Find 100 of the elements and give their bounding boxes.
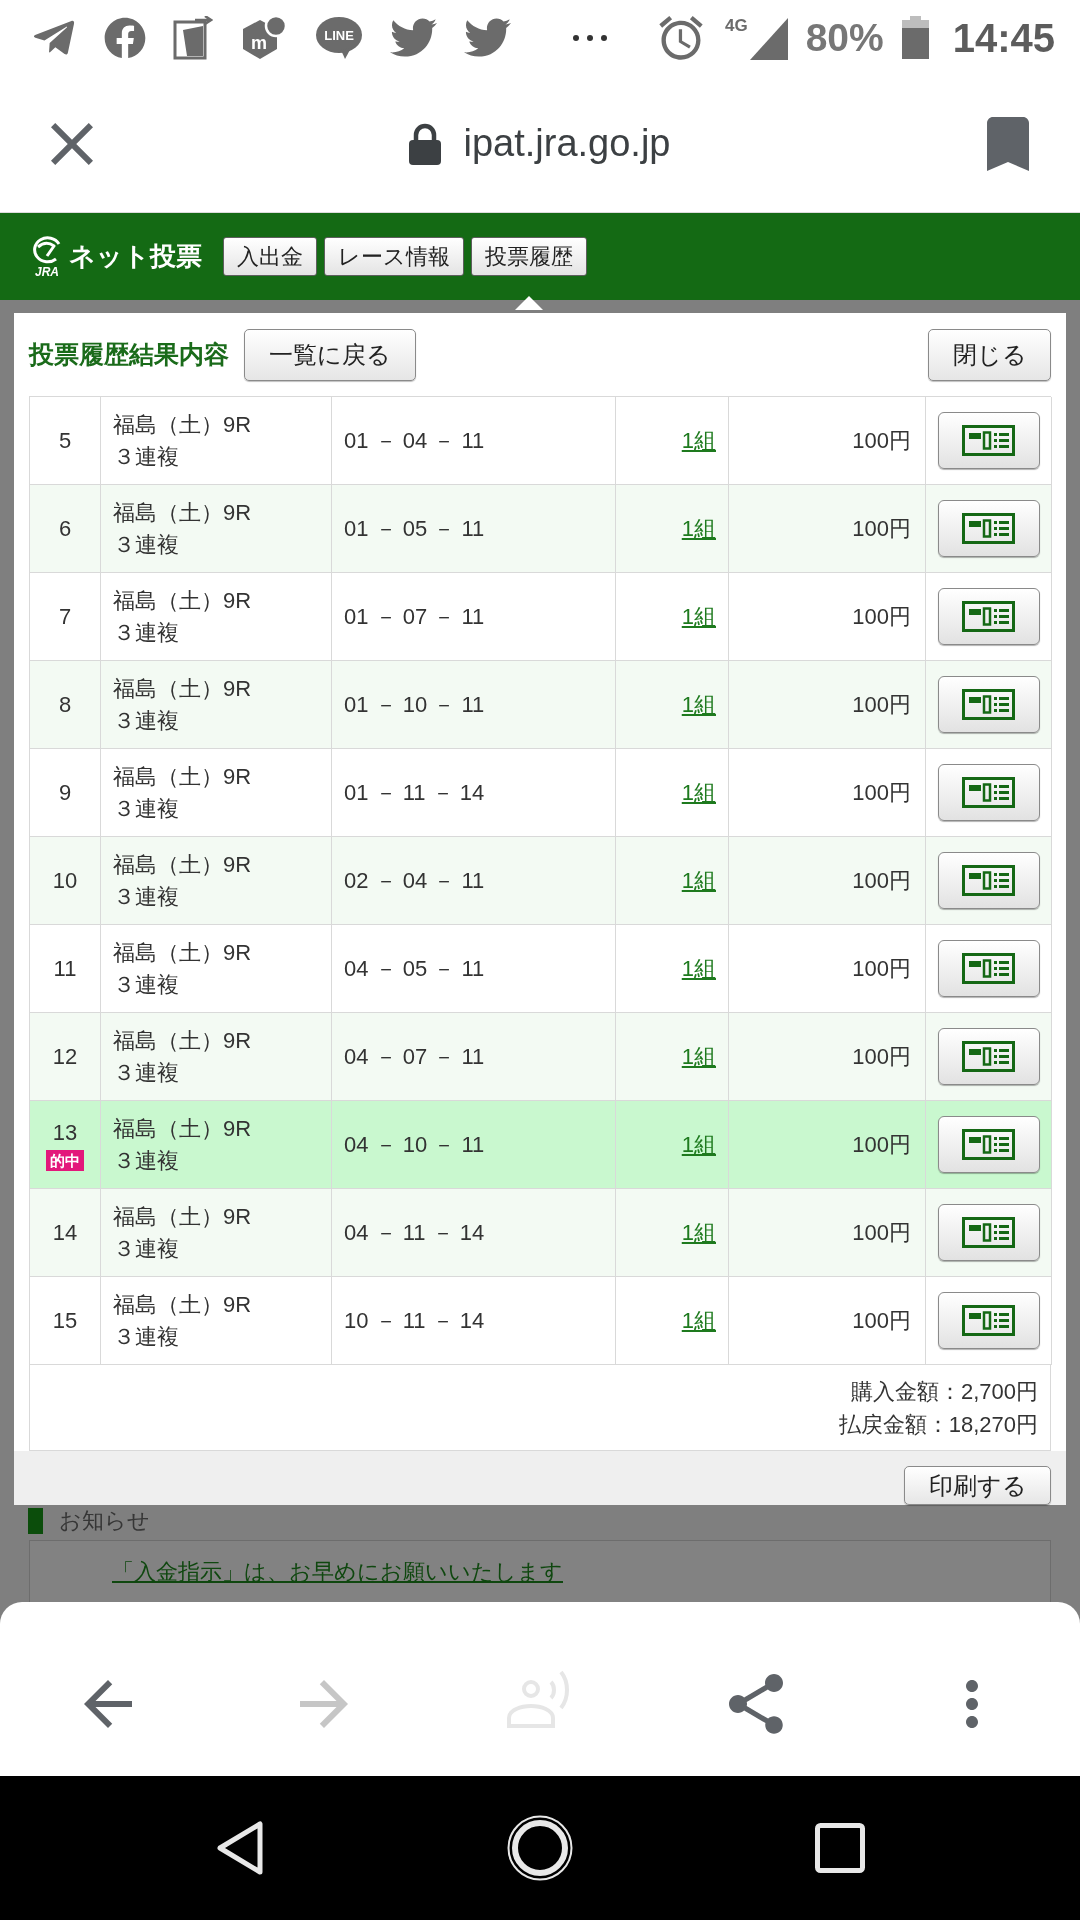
bet-amount: 100円 [852,602,911,631]
bet-type: ３連複 [113,530,179,559]
bet-amount: 100円 [852,514,911,543]
home-circle-icon[interactable] [507,1815,573,1881]
race-name: 福島（土）9R [113,850,252,879]
horse-combination: 01 － 11 － 14 [344,778,485,807]
race-name: 福島（土）9R [113,1202,252,1231]
url-text: ipat.jra.go.jp [463,120,671,166]
row-number: 5 [58,426,72,455]
bet-type: ３連複 [113,1234,179,1263]
logo-caption: JRA [35,266,59,278]
details-button[interactable] [937,1204,1040,1261]
row-number: 14 [52,1218,78,1247]
row-number: 10 [52,866,78,895]
horse-combination: 04 － 11 － 14 [344,1218,485,1247]
horse-combination: 02 － 04 － 11 [344,866,485,895]
bet-amount: 100円 [852,1218,911,1247]
chat-bubble-logo: LINE [315,15,363,60]
horse-combination: 04 － 05 － 11 [344,954,485,983]
horse-combination: 04 － 10 － 11 [344,1130,485,1159]
row-number: 7 [58,602,72,631]
network-type: 4G [724,16,748,34]
race-name: 福島（土）9R [113,586,252,615]
row-number: 12 [52,1042,78,1071]
list-card-icon [962,513,1015,544]
combination-count-link[interactable]: 1組 [681,1305,716,1336]
dialog-title: 投票履歴結果内容 [29,339,229,370]
details-button[interactable] [937,588,1040,645]
list-card-icon [962,689,1015,720]
bet-amount: 100円 [852,690,911,719]
total-amount: 購入金額：2,700円 [850,1377,1038,1406]
row-number: 15 [52,1306,78,1335]
combination-count-link[interactable]: 1組 [681,513,716,544]
combination-count-link[interactable]: 1組 [681,425,716,456]
details-button[interactable] [937,1028,1040,1085]
notice-heading: お知らせ [59,1510,150,1533]
race-name: 福島（土）9R [113,938,252,967]
row-number: 13 [52,1118,78,1147]
combination-count-link[interactable]: 1組 [681,865,716,896]
list-card-icon [962,601,1015,632]
row-number: 6 [58,514,72,543]
hit-badge: 的中 [46,1149,84,1171]
bet-amount: 100円 [852,1306,911,1335]
document-icon [173,15,213,60]
nav-button[interactable]: 投票履歴 [471,237,587,276]
bet-type: ３連複 [113,970,179,999]
row-number: 8 [58,690,72,719]
recents-square-icon[interactable] [815,1823,865,1873]
details-button[interactable] [937,1116,1040,1173]
battery-percent: 80% [805,18,884,57]
combination-count-link[interactable]: 1組 [681,953,716,984]
horse-combination: 04 － 07 － 11 [344,1042,485,1071]
list-card-icon [962,1305,1015,1336]
bet-amount: 100円 [852,1130,911,1159]
combination-count-link[interactable]: 1組 [681,689,716,720]
nav-button[interactable]: 入出金 [223,237,317,276]
race-name: 福島（土）9R [113,1026,252,1055]
back-to-list-button[interactable]: 一覧に戻る [244,328,416,381]
details-button[interactable] [937,940,1040,997]
details-button[interactable] [937,412,1040,469]
back-triangle-icon[interactable] [216,1820,264,1876]
battery-icon [901,16,929,59]
bet-type: ３連複 [113,706,179,735]
details-button[interactable] [937,852,1040,909]
list-card-icon [962,1129,1015,1160]
race-name: 福島（土）9R [113,1290,252,1319]
list-card-icon [962,777,1015,808]
row-number: 11 [53,954,77,983]
combination-count-link[interactable]: 1組 [681,1129,716,1160]
bet-amount: 100円 [852,426,911,455]
details-button[interactable] [937,676,1040,733]
total-amount: 払戻金額：18,270円 [838,1410,1038,1439]
heading-bar-icon [28,1508,43,1535]
combination-count-link[interactable]: 1組 [681,601,716,632]
race-name: 福島（土）9R [113,410,252,439]
lock-icon [409,122,442,165]
list-card-icon [962,865,1015,896]
notice-link[interactable]: 「入金指示」は、お早めにお願いいたします [112,1557,563,1587]
details-button[interactable] [937,1292,1040,1349]
combination-count-link[interactable]: 1組 [681,1041,716,1072]
bet-type: ３連複 [113,1058,179,1087]
horse-combination: 10 － 11 － 14 [344,1306,485,1335]
details-button[interactable] [937,500,1040,557]
print-button[interactable]: 印刷する [904,1466,1051,1505]
nav-button[interactable]: レース情報 [324,237,464,276]
list-card-icon [962,953,1015,984]
combination-count-link[interactable]: 1組 [681,1217,716,1248]
facebook-icon [104,16,146,59]
clock-time: 14:45 [952,17,1055,58]
bet-amount: 100円 [852,778,911,807]
overflow-dots-icon [573,34,607,41]
signal-icon [749,17,788,60]
bet-type: ３連複 [113,882,179,911]
close-button[interactable]: 閉じる [928,328,1051,381]
bet-type: ３連複 [113,1322,179,1351]
row-number: 9 [58,778,72,807]
race-name: 福島（土）9R [113,762,252,791]
list-card-icon [962,1217,1015,1248]
details-button[interactable] [937,764,1040,821]
combination-count-link[interactable]: 1組 [681,777,716,808]
